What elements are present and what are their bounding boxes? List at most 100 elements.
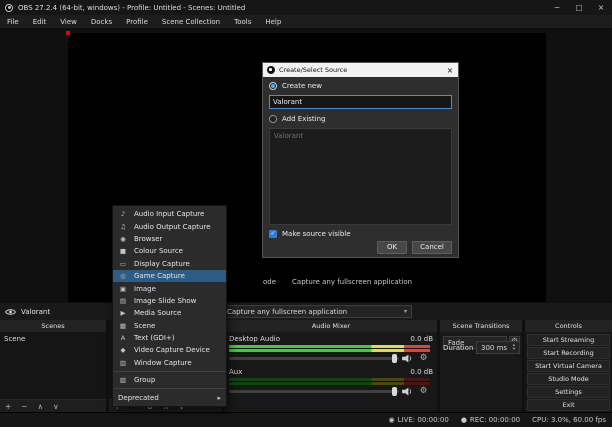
obs-logo-icon [5,3,13,12]
canvas-corner-handle[interactable] [66,31,70,35]
duration-value: 300 ms [481,343,508,352]
dialog-close-button[interactable]: × [442,66,458,75]
scenes-dock-header[interactable]: Scenes [0,320,106,332]
menu-item-text-gdi[interactable]: A Text (GDI+) [113,332,226,344]
volume-meter [229,345,430,352]
scenes-list: Scene [0,332,106,399]
menu-item-deprecated[interactable]: Deprecated ▸ [113,391,226,403]
add-scene-button[interactable]: + [0,400,16,413]
menu-item-label: Browser [134,234,163,243]
mixer-gear-icon[interactable]: ⚙ [417,387,430,396]
create-new-radio[interactable] [269,82,277,90]
menu-item-media-source[interactable]: ▶ Media Source [113,307,226,319]
volume-slider[interactable] [229,354,399,363]
audio-mixer-header[interactable]: Audio Mixer [225,320,437,332]
spin-arrows[interactable]: ▴ ▾ [513,343,515,352]
mixer-channel-db: 0.0 dB [410,368,433,376]
minimize-button[interactable]: ─ [546,0,568,15]
rec-status: ● REC: 00:00:00 [461,416,520,424]
speaker-icon: ♫ [120,222,126,231]
menu-item-audio-input-capture[interactable]: ♪ Audio Input Capture [113,208,226,220]
menu-item-label: Media Source [134,309,182,318]
menu-separator [114,388,225,390]
menu-profile[interactable]: Profile [119,15,155,29]
menu-tools[interactable]: Tools [227,15,258,29]
start-streaming-button[interactable]: Start Streaming [527,334,610,346]
capture-mode-combobox[interactable]: Capture any fullscreen application ▾ [222,305,412,318]
remove-scene-button[interactable]: − [16,400,32,413]
close-button[interactable]: × [590,0,612,15]
menu-item-label: Audio Input Capture [134,210,205,219]
menu-item-display-capture[interactable]: ▭ Display Capture [113,258,226,270]
menu-help[interactable]: Help [258,15,288,29]
slider-groove [229,357,399,360]
make-visible-checkbox[interactable]: ✓ [269,230,277,238]
menu-item-label: Colour Source [134,247,183,256]
create-new-radio-row[interactable]: Create new [269,82,322,90]
title-bar: OBS 27.2.4 (64-bit, windows) - Profile: … [0,0,612,15]
source-name-input[interactable] [269,95,452,109]
menu-item-browser[interactable]: ◉ Browser [113,233,226,245]
cpu-fps-stats: CPU: 3.0%, 60.00 fps [532,416,606,424]
speaker-icon[interactable] [401,387,414,398]
slider-handle[interactable] [392,387,397,396]
menu-item-colour-source[interactable]: ■ Colour Source [113,245,226,257]
controls-header[interactable]: Controls [525,320,612,332]
source-row-valorant[interactable]: Valorant [5,303,50,320]
scene-transitions-header[interactable]: Scene Transitions [440,320,522,332]
menu-item-audio-output-capture[interactable]: ♫ Audio Output Capture [113,220,226,232]
make-visible-row[interactable]: ✓ Make source visible [269,230,351,238]
dialog-body: Create new Add Existing Valorant ✓ Make … [263,77,458,257]
mixer-gear-icon[interactable]: ⚙ [417,354,430,363]
studio-mode-button[interactable]: Studio Mode [527,373,610,385]
chevron-down-icon: ▾ [403,308,407,315]
start-virtual-camera-button[interactable]: Start Virtual Camera [527,360,610,372]
scene-list-item[interactable]: Scene [0,332,106,346]
volume-slider[interactable] [229,387,399,396]
spin-down-icon[interactable]: ▾ [513,347,515,352]
stats-text: CPU: 3.0%, 60.00 fps [532,416,606,424]
controls-dock: Controls Start Streaming Start Recording… [525,320,612,412]
scenes-toolbar: + − ∧ ∨ [0,399,106,412]
eye-visibility-icon[interactable] [5,308,16,316]
menu-item-label: Video Capture Device [134,346,210,355]
mixer-channel-db: 0.0 dB [410,335,433,343]
window-icon: ▥ [119,358,127,367]
color-swatch-icon: ■ [119,247,127,256]
maximize-button[interactable]: □ [568,0,590,15]
camera-icon: ◆ [120,346,126,355]
menu-item-label: Scene [134,321,156,330]
add-existing-radio-row[interactable]: Add Existing [269,115,326,123]
exit-button[interactable]: Exit [527,399,610,411]
menu-item-game-capture[interactable]: ◎ Game Capture [113,269,226,283]
menu-item-window-capture[interactable]: ▥ Window Capture [113,357,226,369]
menu-separator [114,371,225,373]
settings-button[interactable]: Settings [527,386,610,398]
menu-edit[interactable]: Edit [26,15,54,29]
status-bar: ◉ LIVE: 00:00:00 ● REC: 00:00:00 CPU: 3.… [0,412,612,427]
text-icon: A [120,334,126,343]
add-existing-radio[interactable] [269,115,277,123]
existing-source-item[interactable]: Valorant [270,129,451,143]
menu-view[interactable]: View [53,15,84,29]
slider-handle[interactable] [392,354,397,363]
scene-down-button[interactable]: ∨ [48,400,64,413]
menu-docks[interactable]: Docks [84,15,119,29]
scene-up-button[interactable]: ∧ [33,400,49,413]
menu-item-scene[interactable]: ▦ Scene [113,320,226,332]
menu-item-image-slide-show[interactable]: ▤ Image Slide Show [113,295,226,307]
menu-file[interactable]: File [0,15,26,29]
existing-sources-list[interactable]: Valorant [269,128,452,225]
menu-item-image[interactable]: ▣ Image [113,282,226,294]
scene-icon: ▦ [119,321,127,330]
ok-button[interactable]: OK [377,241,407,254]
live-icon: ◉ [388,416,395,424]
start-recording-button[interactable]: Start Recording [527,347,610,359]
menu-item-video-capture-device[interactable]: ◆ Video Capture Device [113,344,226,356]
cancel-button[interactable]: Cancel [412,241,452,254]
menu-item-group[interactable]: ▧ Group [113,374,226,386]
speaker-icon[interactable] [401,354,414,365]
slideshow-icon: ▤ [119,296,127,305]
menu-scene-collection[interactable]: Scene Collection [155,15,227,29]
duration-spinbox[interactable]: 300 ms ▴ ▾ [476,341,520,354]
